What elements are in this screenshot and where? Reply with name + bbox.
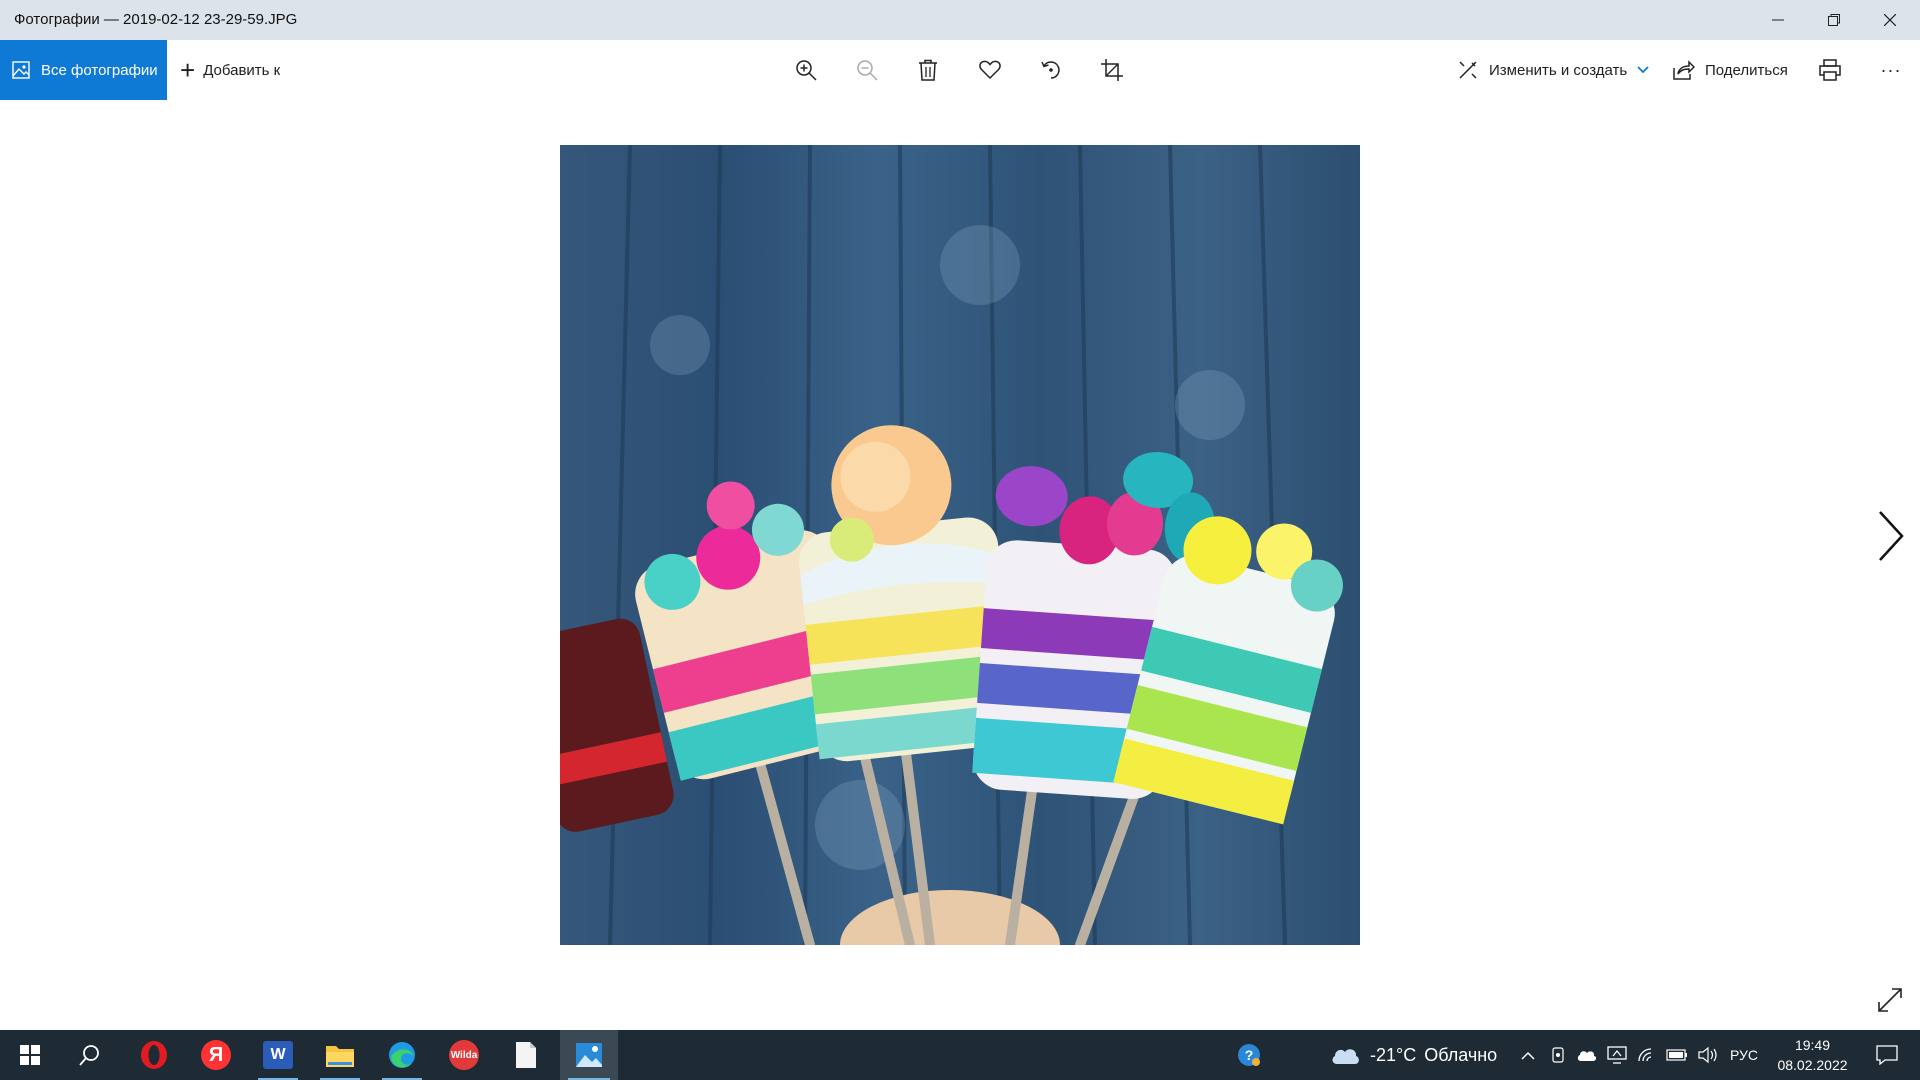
zoom-in-icon xyxy=(796,60,817,81)
weather-desc: Облачно xyxy=(1424,1044,1498,1065)
windows-start-icon xyxy=(20,1045,40,1065)
file-explorer-icon xyxy=(326,1046,354,1067)
minimize-icon xyxy=(1772,19,1784,21)
onedrive-cloud-icon xyxy=(1577,1050,1597,1061)
share-button[interactable]: Поделиться xyxy=(1673,40,1788,100)
tray-onedrive[interactable] xyxy=(1574,1030,1600,1080)
clock[interactable]: 19:49 08.02.2022 xyxy=(1770,1035,1855,1075)
search-icon xyxy=(79,1045,99,1066)
edit-create-button[interactable]: Изменить и создать xyxy=(1457,40,1649,100)
notification-center-button[interactable] xyxy=(1862,1030,1912,1080)
fullscreen-button[interactable] xyxy=(1875,985,1905,1015)
help-icon: ? xyxy=(1238,1044,1260,1066)
crop-icon xyxy=(1101,59,1123,81)
next-photo-button[interactable] xyxy=(1868,508,1908,564)
cake-photo-illustration xyxy=(560,145,1343,945)
taskbar-word[interactable]: W xyxy=(250,1030,306,1080)
print-button[interactable] xyxy=(1810,50,1850,90)
rotate-button[interactable] xyxy=(1031,50,1071,90)
taskbar-photos[interactable] xyxy=(560,1030,618,1080)
add-to-button[interactable]: + Добавить к xyxy=(180,40,280,100)
edge-icon xyxy=(389,1042,415,1068)
show-hidden-icons[interactable] xyxy=(1516,1030,1540,1080)
volume-icon xyxy=(1698,1046,1717,1064)
add-to-label: Добавить к xyxy=(203,61,281,79)
title-bar: Фотографии — 2019-02-12 23-29-59.JPG xyxy=(0,0,1920,40)
cloud-icon xyxy=(1332,1049,1359,1064)
taskbar-wilda[interactable]: Wilda xyxy=(436,1030,492,1080)
wilda-icon: Wilda xyxy=(449,1040,479,1070)
close-button[interactable] xyxy=(1862,0,1918,40)
plus-icon: + xyxy=(180,55,196,85)
tray-wifi[interactable] xyxy=(1634,1030,1660,1080)
window-title: Фотографии — 2019-02-12 23-29-59.JPG xyxy=(14,11,298,28)
favorite-heart-icon xyxy=(979,60,1001,80)
zoom-in-button[interactable] xyxy=(786,50,826,90)
meet-now-icon xyxy=(1552,1047,1564,1063)
wifi-icon xyxy=(1638,1048,1652,1062)
rotate-icon xyxy=(1041,61,1060,79)
taskbar-notepad[interactable] xyxy=(498,1030,554,1080)
start-button[interactable] xyxy=(2,1030,58,1080)
chevron-down-icon xyxy=(1637,66,1649,74)
close-icon xyxy=(1884,14,1896,26)
share-label: Поделиться xyxy=(1705,61,1788,79)
help-tray[interactable]: ? xyxy=(1232,1030,1266,1080)
svg-text:?: ? xyxy=(1245,1047,1254,1063)
photo-image xyxy=(560,145,1360,945)
toolbar: Все фотографии + Добавить к Изменить и с… xyxy=(0,40,1920,100)
edit-create-label: Изменить и создать xyxy=(1489,61,1628,79)
weather-temp: -21°C xyxy=(1370,1044,1417,1065)
zoom-out-button[interactable] xyxy=(847,50,887,90)
battery-icon xyxy=(1666,1049,1687,1061)
language-indicator[interactable]: РУС xyxy=(1730,1030,1758,1080)
delete-button[interactable] xyxy=(908,50,948,90)
more-button[interactable]: ··· xyxy=(1871,50,1911,90)
tray-volume[interactable] xyxy=(1694,1030,1722,1080)
all-photos-button[interactable]: Все фотографии xyxy=(0,40,167,100)
photos-icon xyxy=(576,1043,602,1067)
delete-icon xyxy=(919,59,937,81)
opera-icon xyxy=(141,1041,167,1069)
yandex-icon: Я xyxy=(201,1040,231,1070)
taskbar-explorer[interactable] xyxy=(312,1030,368,1080)
weather-widget[interactable]: -21°C Облачно xyxy=(1330,1030,1497,1080)
notification-icon xyxy=(1876,1045,1898,1065)
taskbar-edge[interactable] xyxy=(374,1030,430,1080)
network-screen-icon xyxy=(1607,1046,1627,1064)
taskbar-yandex[interactable]: Я xyxy=(188,1030,244,1080)
photos-icon xyxy=(12,61,30,79)
word-icon: W xyxy=(263,1041,293,1069)
crop-button[interactable] xyxy=(1092,50,1132,90)
search-button[interactable] xyxy=(62,1030,118,1080)
all-photos-label: Все фотографии xyxy=(41,61,158,79)
taskbar-opera[interactable] xyxy=(126,1030,182,1080)
edit-wand-icon xyxy=(1459,61,1477,79)
tray-meet-now[interactable] xyxy=(1546,1030,1570,1080)
share-icon xyxy=(1673,60,1695,80)
favorite-button[interactable] xyxy=(970,50,1010,90)
clock-time: 19:49 xyxy=(1794,1037,1831,1053)
tray-battery[interactable] xyxy=(1664,1030,1690,1080)
clock-date: 08.02.2022 xyxy=(1777,1057,1848,1073)
taskbar: Я W Wilda ? -21°C Облачно РУС 19:49 08.0… xyxy=(0,1030,1920,1080)
notepad-icon xyxy=(516,1042,536,1068)
tray-network-share[interactable] xyxy=(1604,1030,1630,1080)
chevron-up-icon xyxy=(1521,1051,1535,1060)
print-icon xyxy=(1819,59,1841,81)
minimize-button[interactable] xyxy=(1750,0,1806,40)
expand-icon xyxy=(1878,988,1902,1012)
restore-button[interactable] xyxy=(1806,0,1862,40)
chevron-right-icon xyxy=(1879,511,1904,561)
zoom-out-icon xyxy=(857,60,878,81)
restore-icon xyxy=(1828,14,1840,26)
